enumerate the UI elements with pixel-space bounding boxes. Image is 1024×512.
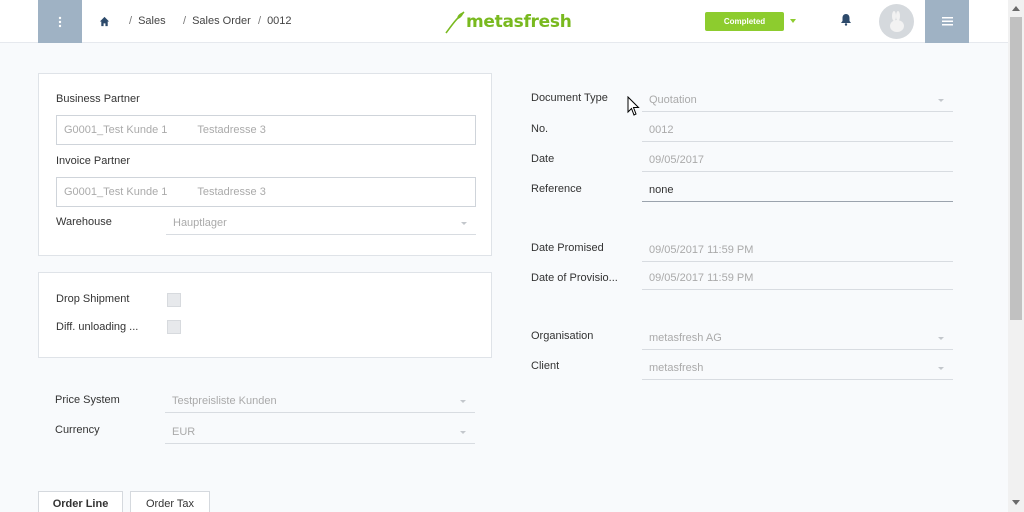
drop-shipment-checkbox[interactable]	[167, 293, 181, 307]
mouse-pointer-icon	[627, 96, 640, 116]
date-field[interactable]: 09/05/2017	[642, 150, 953, 172]
date-provision-label: Date of Provisio...	[531, 272, 618, 284]
date-promised-field[interactable]: 09/05/2017 11:59 PM	[642, 240, 953, 262]
invoice-partner-label: Invoice Partner	[56, 155, 130, 167]
date-promised-label: Date Promised	[531, 242, 604, 254]
diff-unloading-checkbox[interactable]	[167, 320, 181, 334]
kebab-menu-button[interactable]	[38, 0, 82, 43]
metasfresh-logo: metasfresh	[444, 9, 572, 35]
date-label: Date	[531, 153, 555, 165]
chevron-down-icon	[938, 337, 944, 340]
side-menu-button[interactable]	[925, 0, 969, 43]
business-partner-label: Business Partner	[56, 93, 140, 105]
invoice-partner-value: G0001_Test Kunde 1	[64, 186, 168, 198]
shipment-panel: Drop Shipment Diff. unloading ...	[38, 272, 492, 358]
avatar-rabbit-icon	[889, 10, 904, 32]
currency-value: EUR	[172, 426, 196, 438]
chevron-down-icon	[461, 222, 467, 225]
business-partner-lookup[interactable]: G0001_Test Kunde 1 Testadresse 3	[56, 115, 476, 145]
document-status-button[interactable]: Completed	[705, 12, 784, 31]
client-value: metasfresh	[649, 362, 704, 374]
drop-shipment-label: Drop Shipment	[56, 293, 130, 305]
chevron-down-icon	[460, 400, 466, 403]
hamburger-menu-icon	[941, 17, 953, 26]
diff-unloading-label: Diff. unloading ...	[56, 321, 139, 333]
chevron-down-icon	[938, 99, 944, 102]
price-system-label: Price System	[55, 394, 120, 406]
status-dropdown-icon[interactable]	[790, 19, 796, 23]
document-no-field: 0012	[642, 120, 953, 142]
breadcrumb-document-no: /0012	[258, 15, 292, 27]
avatar[interactable]	[879, 4, 914, 39]
date-value: 09/05/2017	[649, 154, 705, 166]
client-label: Client	[531, 360, 560, 372]
document-type-label: Document Type	[531, 92, 608, 104]
page-scrollbar[interactable]	[1008, 0, 1024, 512]
organisation-label: Organisation	[531, 330, 594, 342]
reference-label: Reference	[531, 183, 582, 195]
home-icon[interactable]	[99, 16, 110, 27]
logo-leaf-icon	[445, 11, 465, 34]
logo-text: metasfresh	[466, 12, 572, 32]
invoice-partner-lookup[interactable]: G0001_Test Kunde 1 Testadresse 3	[56, 177, 476, 207]
date-provision-field[interactable]: 09/05/2017 11:59 PM	[642, 268, 953, 290]
warehouse-select[interactable]: Hauptlager	[166, 213, 476, 235]
warehouse-label: Warehouse	[56, 216, 112, 228]
warehouse-value: Hauptlager	[173, 217, 227, 229]
client-select[interactable]: metasfresh	[642, 358, 953, 380]
scroll-down-arrow-icon[interactable]	[1012, 500, 1020, 505]
partner-panel: Business Partner G0001_Test Kunde 1 Test…	[38, 73, 492, 256]
reference-value: none	[649, 184, 674, 196]
currency-label: Currency	[55, 424, 100, 436]
tab-order-tax[interactable]: Order Tax	[130, 491, 210, 512]
document-type-select[interactable]: Quotation	[642, 90, 953, 112]
price-system-select[interactable]: Testpreisliste Kunden	[165, 391, 475, 413]
scrollbar-thumb[interactable]	[1010, 17, 1022, 320]
breadcrumb-sales-order[interactable]: / Sales Order	[183, 15, 251, 27]
reference-input[interactable]: none	[642, 180, 953, 202]
document-no-label: No.	[531, 123, 549, 135]
document-no-value: 0012	[649, 124, 674, 136]
business-partner-value: G0001_Test Kunde 1	[64, 124, 168, 136]
business-partner-address: Testadresse 3	[197, 124, 266, 136]
document-type-value: Quotation	[649, 94, 697, 106]
organisation-select[interactable]: metasfresh AG	[642, 328, 953, 350]
organisation-value: metasfresh AG	[649, 332, 722, 344]
chevron-down-icon	[460, 431, 466, 434]
bell-icon[interactable]	[840, 13, 852, 26]
tab-order-line[interactable]: Order Line	[38, 491, 123, 512]
invoice-partner-address: Testadresse 3	[197, 186, 266, 198]
date-promised-value: 09/05/2017 11:59 PM	[649, 244, 754, 256]
breadcrumb-sales[interactable]: / Sales	[129, 15, 166, 27]
price-system-value: Testpreisliste Kunden	[172, 395, 277, 407]
top-bar: / Sales / Sales Order /0012 metasfresh Com…	[0, 0, 1008, 43]
scroll-up-arrow-icon[interactable]	[1012, 6, 1020, 11]
kebab-menu-icon	[58, 16, 62, 27]
currency-select[interactable]: EUR	[165, 422, 475, 444]
date-provision-value: 09/05/2017 11:59 PM	[649, 272, 754, 284]
chevron-down-icon	[938, 367, 944, 370]
